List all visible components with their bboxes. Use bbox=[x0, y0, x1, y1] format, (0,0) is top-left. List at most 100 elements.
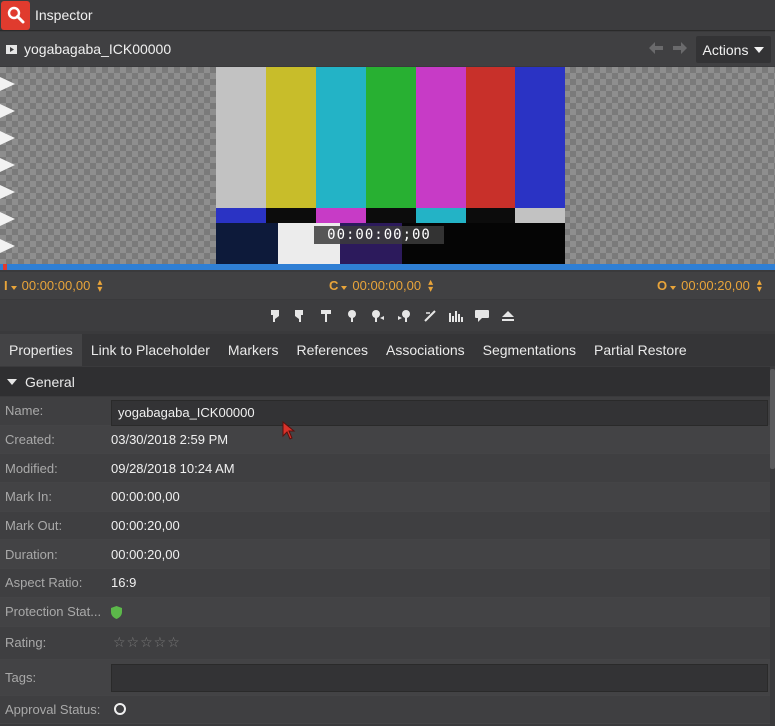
tags-field[interactable] bbox=[111, 663, 768, 692]
tab-properties[interactable]: Properties bbox=[0, 334, 82, 366]
out-label: O bbox=[657, 278, 668, 293]
clip-icon bbox=[6, 44, 17, 54]
marker-toolbar bbox=[0, 300, 775, 331]
eject-icon[interactable] bbox=[501, 309, 515, 323]
aspect-ratio-value: 16:9 bbox=[111, 575, 137, 591]
mark-out-value: 00:00:20,00 bbox=[111, 518, 180, 534]
title-bar: Inspector bbox=[0, 0, 775, 31]
collapse-triangle-icon[interactable] bbox=[7, 378, 17, 385]
play-marker-icon bbox=[0, 158, 15, 172]
search-button[interactable] bbox=[1, 0, 30, 30]
mark-in-label: Mark In: bbox=[5, 489, 52, 505]
next-clip-arrow-icon[interactable] bbox=[673, 42, 687, 54]
mark-out-icon[interactable] bbox=[293, 309, 307, 323]
clip-name: yogabagaba_ICK00000 bbox=[24, 41, 172, 57]
tab-partial-restore[interactable]: Partial Restore bbox=[585, 334, 696, 366]
chevron-down-icon bbox=[754, 46, 765, 53]
mouse-cursor-icon bbox=[282, 421, 296, 440]
modified-label: Modified: bbox=[5, 460, 58, 476]
modified-value: 09/28/2018 10:24 AM bbox=[111, 460, 235, 476]
stepper-icon[interactable]: ▴ ▾ bbox=[757, 277, 762, 294]
tab-references[interactable]: References bbox=[287, 334, 377, 366]
created-label: Created: bbox=[5, 432, 55, 448]
clip-navigation bbox=[649, 42, 687, 54]
property-row-protection: Protection Stat... bbox=[0, 597, 770, 627]
play-marker-icon bbox=[0, 185, 15, 199]
marker-indicators bbox=[0, 77, 20, 264]
chevron-down-icon[interactable] bbox=[10, 285, 17, 290]
properties-scrollbar[interactable] bbox=[770, 367, 775, 726]
audio-levels-icon[interactable] bbox=[448, 309, 463, 323]
actions-label: Actions bbox=[702, 41, 749, 58]
rating-label: Rating: bbox=[5, 635, 47, 650]
previous-clip-arrow-icon[interactable] bbox=[649, 42, 663, 54]
stepper-icon[interactable]: ▴ ▾ bbox=[97, 277, 102, 294]
name-field[interactable]: yogabagaba_ICK00000 bbox=[111, 400, 768, 426]
chevron-down-icon[interactable] bbox=[341, 285, 348, 290]
name-label: Name: bbox=[5, 403, 44, 419]
approval-status-circle-icon[interactable] bbox=[114, 703, 126, 716]
play-marker-icon bbox=[0, 104, 15, 118]
tab-link-to-placeholder[interactable]: Link to Placeholder bbox=[82, 334, 219, 366]
timecode-overlay: 00:00:00;00 bbox=[314, 226, 444, 244]
current-timecode-value: 00:00:00,00 bbox=[352, 278, 422, 293]
next-marker-icon[interactable] bbox=[397, 309, 411, 323]
stepper-icon[interactable]: ▴ ▾ bbox=[428, 277, 433, 294]
mark-in-value: 00:00:00,00 bbox=[111, 489, 180, 505]
in-timecode[interactable]: I 00:00:00,00 ▴ ▾ bbox=[4, 277, 102, 294]
duration-value: 00:00:20,00 bbox=[111, 546, 180, 562]
play-marker-icon bbox=[0, 239, 15, 253]
play-marker-icon bbox=[0, 212, 15, 226]
duration-label: Duration: bbox=[5, 546, 58, 562]
property-row-duration: Duration: 00:00:20,00 bbox=[0, 540, 770, 570]
mark-out-label: Mark Out: bbox=[5, 518, 63, 534]
play-marker-icon bbox=[0, 131, 15, 145]
comment-icon[interactable] bbox=[474, 309, 489, 323]
properties-list: Name: yogabagaba_ICK00000 Created: 03/30… bbox=[0, 397, 770, 725]
prev-marker-icon[interactable] bbox=[371, 309, 385, 323]
inspector-tabs: Properties Link to Placeholder Markers R… bbox=[0, 334, 775, 366]
protection-status-label: Protection Stat... bbox=[5, 604, 102, 620]
video-viewer[interactable]: 00:00:00;00 bbox=[0, 67, 775, 264]
general-section-header[interactable]: General bbox=[0, 367, 775, 396]
mark-in-icon[interactable] bbox=[267, 309, 281, 323]
property-row-created: Created: 03/30/2018 2:59 PM bbox=[0, 425, 770, 455]
timecode-row: I 00:00:00,00 ▴ ▾ C 00:00:00,00 ▴ ▾ O 00:0… bbox=[0, 272, 775, 299]
play-marker-icon bbox=[0, 77, 15, 91]
in-timecode-value: 00:00:00,00 bbox=[21, 278, 91, 293]
property-row-aspect-ratio: Aspect Ratio: 16:9 bbox=[0, 569, 770, 598]
shield-icon bbox=[111, 605, 122, 622]
tab-segmentations[interactable]: Segmentations bbox=[474, 334, 585, 366]
clear-marks-icon[interactable] bbox=[423, 309, 437, 323]
clip-header: yogabagaba_ICK00000 Actions bbox=[0, 32, 775, 66]
property-row-mark-in: Mark In: 00:00:00,00 bbox=[0, 483, 770, 512]
actions-menu-button[interactable]: Actions bbox=[696, 36, 771, 63]
section-title: General bbox=[25, 373, 75, 390]
scrollbar-thumb[interactable] bbox=[770, 369, 775, 469]
search-icon bbox=[7, 6, 24, 24]
property-row-mark-out: Mark Out: 00:00:20,00 bbox=[0, 511, 770, 541]
property-row-tags: Tags: bbox=[0, 659, 770, 696]
chevron-down-icon[interactable] bbox=[670, 285, 677, 290]
property-row-rating: Rating: ☆☆☆☆☆ bbox=[0, 626, 770, 660]
property-row-modified: Modified: 09/28/2018 10:24 AM bbox=[0, 454, 770, 484]
out-timecode-value: 00:00:20,00 bbox=[681, 278, 750, 293]
current-timecode[interactable]: C 00:00:00,00 ▴ ▾ bbox=[329, 277, 433, 294]
tags-label: Tags: bbox=[5, 669, 37, 685]
timeline-scrub-bar[interactable] bbox=[0, 264, 775, 270]
property-row-approval: Approval Status: bbox=[0, 695, 770, 725]
out-timecode[interactable]: O 00:00:20,00 ▴ ▾ bbox=[657, 277, 762, 294]
property-row-name: Name: yogabagaba_ICK00000 bbox=[0, 397, 770, 426]
tab-associations[interactable]: Associations bbox=[377, 334, 474, 366]
location-marker-icon[interactable] bbox=[345, 309, 359, 323]
star-rating[interactable]: ☆☆☆☆☆ bbox=[113, 634, 181, 651]
window-title: Inspector bbox=[35, 7, 93, 23]
in-label: I bbox=[4, 278, 8, 293]
aspect-ratio-label: Aspect Ratio: bbox=[5, 575, 83, 591]
current-label: C bbox=[329, 278, 339, 293]
add-marker-icon[interactable] bbox=[319, 309, 333, 323]
approval-status-label: Approval Status: bbox=[5, 701, 101, 717]
playhead[interactable] bbox=[3, 264, 7, 270]
tab-markers[interactable]: Markers bbox=[219, 334, 288, 366]
created-value: 03/30/2018 2:59 PM bbox=[111, 432, 229, 448]
